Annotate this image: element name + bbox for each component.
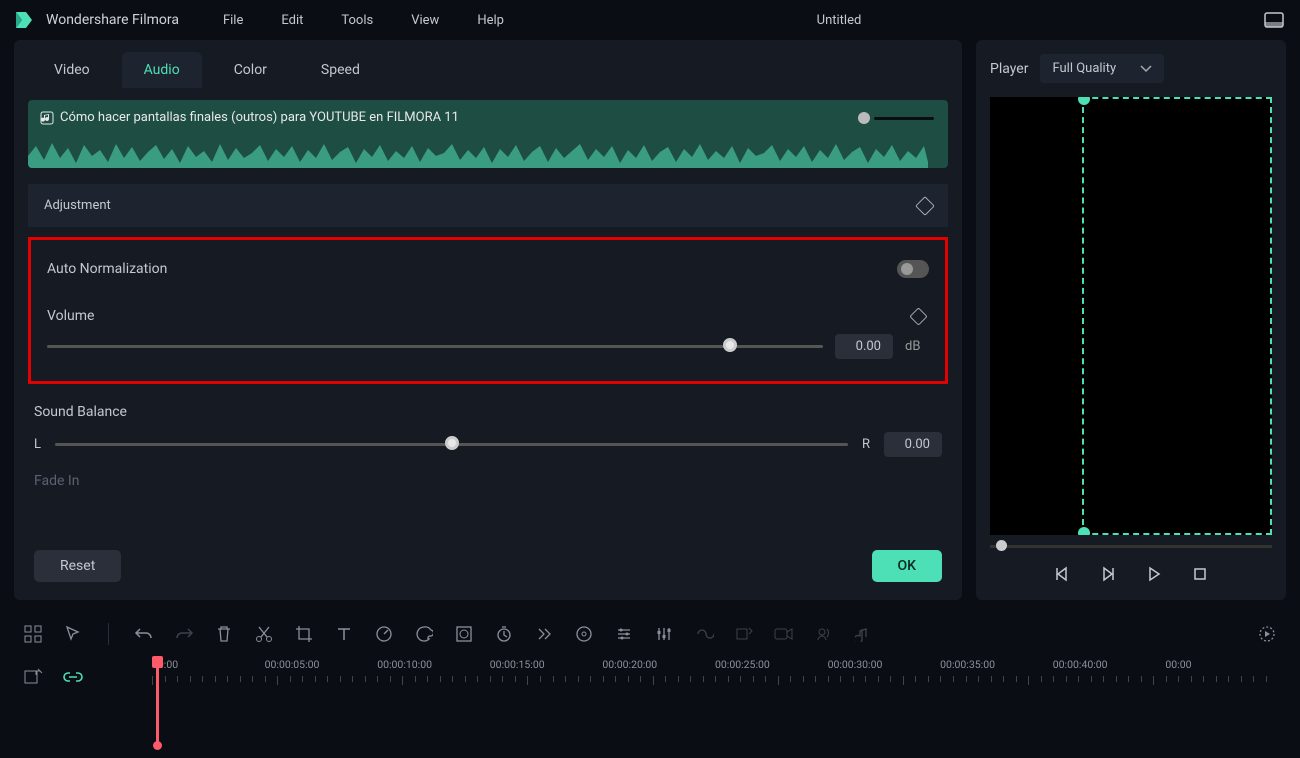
fade-in-label: Fade In	[28, 459, 948, 503]
timeline-toolbar	[0, 610, 1300, 658]
tab-audio[interactable]: Audio	[122, 52, 202, 88]
menu-file[interactable]: File	[209, 7, 257, 34]
player-panel: Player Full Quality	[976, 40, 1286, 600]
volume-keyframe-icon[interactable]	[909, 307, 927, 325]
speed-icon[interactable]	[373, 623, 395, 645]
timeline: 00:0000:00:05:0000:00:10:0000:00:15:0000…	[0, 658, 1300, 748]
color-icon[interactable]	[413, 623, 435, 645]
add-track-icon[interactable]	[22, 666, 44, 688]
balance-value[interactable]: 0.00	[884, 432, 942, 457]
auto-normalization-label: Auto Normalization	[47, 261, 167, 277]
player-label: Player	[990, 61, 1028, 77]
balance-left-label: L	[34, 437, 41, 452]
mask-icon[interactable]	[453, 623, 475, 645]
voiceover-icon[interactable]	[813, 623, 835, 645]
mute-icon[interactable]	[853, 623, 875, 645]
crop-handle-bl[interactable]	[1078, 527, 1090, 535]
menu-tools[interactable]: Tools	[327, 7, 387, 34]
delete-icon[interactable]	[213, 623, 235, 645]
volume-label: Volume	[47, 308, 94, 324]
crop-handle-tl[interactable]	[1078, 97, 1090, 105]
stop-button[interactable]	[1190, 564, 1210, 584]
app-logo	[12, 8, 36, 32]
preview-scrubber[interactable]	[990, 545, 1272, 548]
ok-button[interactable]: OK	[872, 550, 943, 582]
grid-icon[interactable]	[22, 623, 44, 645]
tab-video[interactable]: Video	[32, 52, 112, 88]
crop-rect[interactable]	[1082, 97, 1272, 535]
quality-value: Full Quality	[1052, 61, 1116, 76]
balance-right-label: R	[862, 437, 870, 452]
adjustment-header[interactable]: Adjustment	[28, 184, 948, 227]
render-icon[interactable]	[1256, 623, 1278, 645]
audio-stretch-icon[interactable]	[693, 623, 715, 645]
quality-dropdown[interactable]: Full Quality	[1040, 54, 1164, 83]
audio-mixer-icon[interactable]	[653, 623, 675, 645]
menu-edit[interactable]: Edit	[267, 7, 317, 34]
link-icon[interactable]	[62, 666, 84, 688]
music-icon	[40, 111, 54, 125]
project-title: Untitled	[428, 13, 1250, 28]
playhead[interactable]	[156, 658, 159, 748]
keyframe-diamond-icon[interactable]	[915, 196, 935, 216]
timeline-ruler[interactable]: 00:0000:00:05:0000:00:10:0000:00:15:0000…	[152, 658, 1278, 748]
tab-color[interactable]: Color	[212, 52, 289, 88]
tab-speed[interactable]: Speed	[299, 52, 382, 88]
cursor-icon[interactable]	[62, 623, 84, 645]
volume-value[interactable]: 0.00	[835, 334, 893, 359]
crop-icon[interactable]	[293, 623, 315, 645]
clip-gain-knob[interactable]	[858, 112, 934, 124]
record-icon[interactable]	[773, 623, 795, 645]
chevron-down-icon	[1140, 65, 1152, 73]
play-button[interactable]	[1144, 564, 1164, 584]
prev-frame-button[interactable]	[1052, 564, 1072, 584]
tab-row: Video Audio Color Speed	[14, 40, 962, 88]
audio-beat-icon[interactable]	[733, 623, 755, 645]
undo-icon[interactable]	[133, 623, 155, 645]
adjust-icon[interactable]	[613, 623, 635, 645]
clip-title: Cómo hacer pantallas finales (outros) pa…	[60, 110, 459, 125]
sound-balance-label: Sound Balance	[34, 404, 127, 420]
text-icon[interactable]	[333, 623, 355, 645]
highlight-box: Auto Normalization Volume 0.00 dB	[28, 237, 948, 384]
volume-unit: dB	[905, 339, 929, 354]
motion-tracking-icon[interactable]	[573, 623, 595, 645]
split-icon[interactable]	[253, 623, 275, 645]
redo-icon[interactable]	[173, 623, 195, 645]
adjustment-label: Adjustment	[44, 198, 111, 213]
auto-normalization-toggle[interactable]	[897, 260, 929, 278]
app-name: Wondershare Filmora	[46, 12, 179, 28]
properties-panel: Video Audio Color Speed Cómo hacer panta…	[14, 40, 962, 600]
sound-balance-slider[interactable]	[55, 443, 848, 446]
waveform	[28, 138, 928, 168]
layout-icon[interactable]	[1260, 8, 1288, 32]
preview-area[interactable]	[990, 97, 1272, 535]
next-frame-button[interactable]	[1098, 564, 1118, 584]
keyframe-icon[interactable]	[533, 623, 555, 645]
audio-clip[interactable]: Cómo hacer pantallas finales (outros) pa…	[28, 100, 948, 168]
menubar: Wondershare Filmora File Edit Tools View…	[0, 0, 1300, 40]
timer-icon[interactable]	[493, 623, 515, 645]
volume-slider[interactable]	[47, 345, 823, 348]
reset-button[interactable]: Reset	[34, 550, 121, 582]
